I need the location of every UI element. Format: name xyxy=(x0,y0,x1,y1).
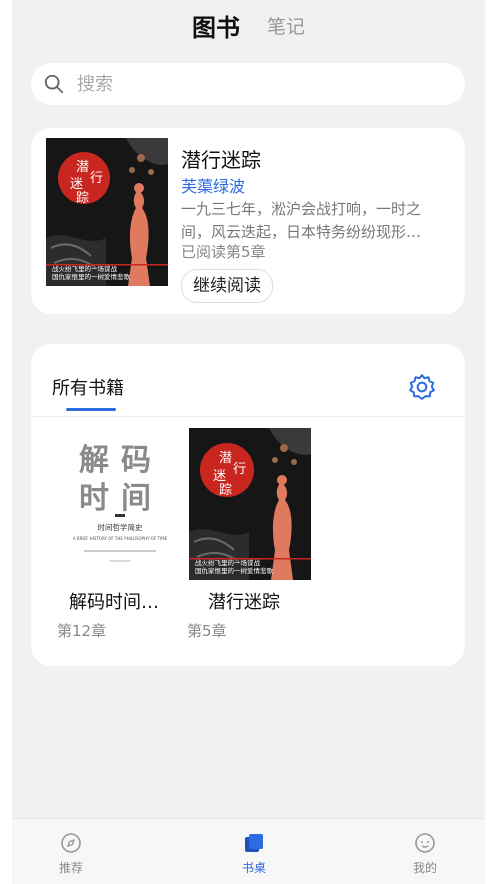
nav-recommend-label: 推荐 xyxy=(58,861,83,875)
recent-book-title: 潜行迷踪 xyxy=(181,148,261,172)
nav-me-label: 我的 xyxy=(412,861,437,875)
book-item[interactable]: 解 码 时 间 时间哲学简史 A BRIEF HISTORY OF THE PH… xyxy=(57,428,183,641)
cover-tagline-1: 战火纷飞里的一场谍战 xyxy=(52,264,118,273)
book-chapter: 第12章 xyxy=(57,622,107,640)
search-input[interactable] xyxy=(75,72,439,96)
cover-title-2: 码 xyxy=(121,443,151,478)
nav-desk-label: 书桌 xyxy=(241,861,266,875)
cover-title-1: 潜 xyxy=(219,451,232,466)
cover-title-4: 踪 xyxy=(76,191,89,206)
book-name: 解码时间… xyxy=(69,592,159,613)
app: 图书 笔记 潜 行 迷 踪 战火纷飞里的 xyxy=(12,0,485,884)
nav-recommend[interactable]: 推荐 xyxy=(41,831,101,876)
shelf-title-underline xyxy=(66,408,116,411)
gear-icon[interactable] xyxy=(407,372,437,402)
search-icon xyxy=(44,74,64,94)
nav-me[interactable]: 我的 xyxy=(395,831,455,876)
shelf-title[interactable]: 所有书籍 xyxy=(52,374,124,400)
book-chapter: 第5章 xyxy=(187,622,227,640)
recent-book-card[interactable]: 潜 行 迷 踪 战火纷飞里的一场谍战 国仇家恨里的一树爱情悲歌 潜行迷踪 芙蕖绿… xyxy=(31,128,465,314)
cover-title-3: 迷 xyxy=(213,469,226,484)
cover-title-3: 迷 xyxy=(70,177,83,192)
cover-tagline-2: 国仇家恨里的一树爱情悲歌 xyxy=(195,566,274,575)
top-tabs: 图书 笔记 xyxy=(12,0,485,50)
recent-book-author[interactable]: 芙蕖绿波 xyxy=(181,173,245,197)
cover-en-title: A BRIEF HISTORY OF THE PHILOSOPHY OF TIM… xyxy=(73,536,168,541)
nav-desk[interactable]: 书桌 xyxy=(224,831,284,876)
cover-art-qianxing: 潜 行 迷 踪 战火纷飞里的一场谍战 国仇家恨里的一树爱情悲歌 xyxy=(46,138,168,286)
search-bar[interactable] xyxy=(31,63,465,105)
reading-progress: 已阅读第5章 xyxy=(181,243,266,261)
cover-subtitle: 时间哲学简史 xyxy=(98,522,143,532)
desk-icon xyxy=(245,834,263,852)
cover-title-1: 解 xyxy=(79,443,109,478)
bookshelf-card: 所有书籍 解 码 时 间 时间哲学简史 A BRIEF HISTORY OF T… xyxy=(31,344,465,666)
shelf-divider xyxy=(31,416,465,417)
tab-books[interactable]: 图书 xyxy=(192,8,240,43)
continue-reading-button[interactable]: 继续阅读 xyxy=(181,269,273,303)
cover-tagline-2: 国仇家恨里的一树爱情悲歌 xyxy=(52,272,131,281)
book-cover[interactable]: 解 码 时 间 时间哲学简史 A BRIEF HISTORY OF THE PH… xyxy=(59,428,181,580)
compass-icon xyxy=(61,833,81,853)
cover-title-1: 潜 xyxy=(76,160,89,175)
bottom-nav: 推荐 书桌 我的 xyxy=(12,818,485,884)
cover-title-3: 时 xyxy=(79,481,109,516)
cover-title-2: 行 xyxy=(233,462,246,477)
cover-art-qianxing: 潜 行 迷 踪 战火纷飞里的一场谍战 国仇家恨里的一树爱情悲歌 xyxy=(189,428,311,580)
recent-book-description: 一九三七年，淞沪会战打响，一时之 间，风云迭起，日本特务纷纷现形… xyxy=(181,198,451,244)
smile-icon xyxy=(415,833,435,853)
book-item[interactable]: 潜 行 迷 踪 战火纷飞里的一场谍战 国仇家恨里的一树爱情悲歌 潜行迷踪 第5章 xyxy=(187,428,313,641)
description-line: 一九三七年，淞沪会战打响，一时之 xyxy=(181,200,422,218)
cover-title-2: 行 xyxy=(90,171,103,186)
tab-notes[interactable]: 笔记 xyxy=(267,12,305,39)
cover-art-jiema: 解 码 时 间 时间哲学简史 A BRIEF HISTORY OF THE PH… xyxy=(59,428,181,580)
cover-title-4: 间 xyxy=(121,481,151,516)
book-name: 潜行迷踪 xyxy=(208,592,280,613)
book-cover[interactable]: 潜 行 迷 踪 战火纷飞里的一场谍战 国仇家恨里的一树爱情悲歌 xyxy=(189,428,311,580)
cover-title-4: 踪 xyxy=(219,483,232,498)
recent-book-cover[interactable]: 潜 行 迷 踪 战火纷飞里的一场谍战 国仇家恨里的一树爱情悲歌 xyxy=(46,138,168,286)
cover-tagline-1: 战火纷飞里的一场谍战 xyxy=(195,558,261,567)
